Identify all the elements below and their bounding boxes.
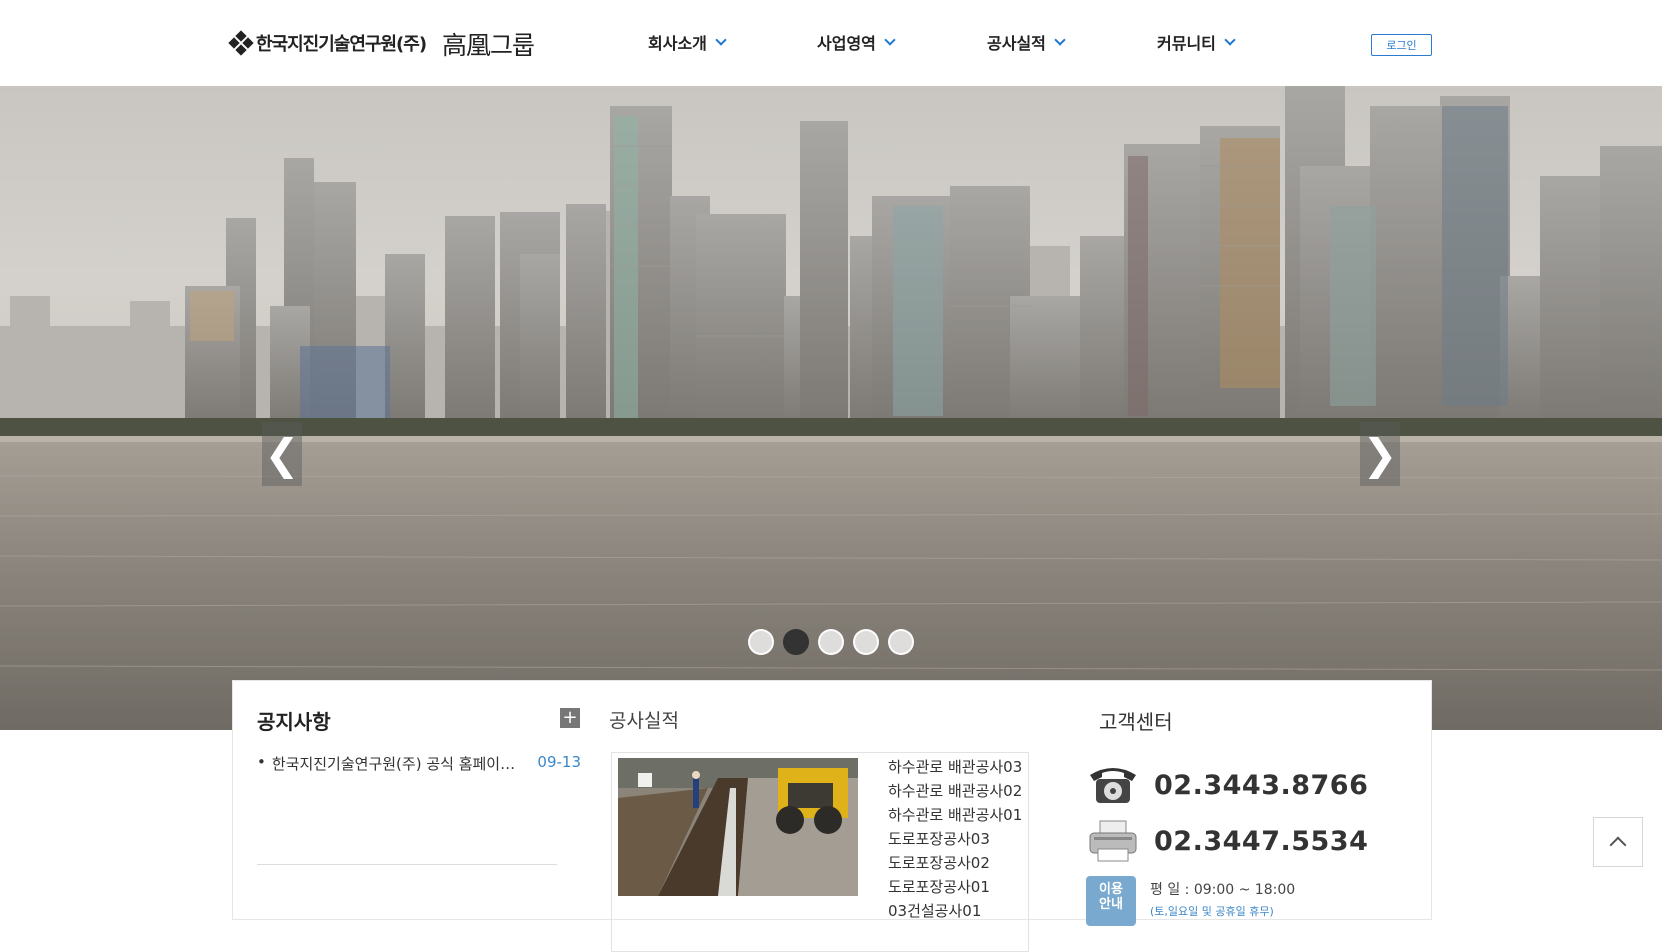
fax-printer-icon [1089, 820, 1137, 862]
slide-dot[interactable] [853, 629, 879, 655]
bullet-icon: • [257, 753, 266, 771]
chevron-down-icon [1224, 33, 1236, 46]
works-list: 하수관로 배관공사03 하수관로 배관공사02 하수관로 배관공사01 도로포장… [888, 755, 1022, 923]
nav-item-label: 사업영역 [817, 34, 876, 53]
customer-center-title: 고객센터 [1099, 710, 1173, 734]
list-item[interactable]: 도로포장공사03 [888, 827, 1022, 851]
list-item[interactable]: 하수관로 배관공사03 [888, 755, 1022, 779]
nav-item-label: 커뮤니티 [1157, 34, 1216, 53]
nav-item-label: 공사실적 [987, 34, 1046, 53]
list-item[interactable]: 도로포장공사02 [888, 851, 1022, 875]
chevron-down-icon [1054, 33, 1066, 46]
hero-slider: ❮ ❯ [0, 86, 1662, 730]
chevron-up-icon [1609, 836, 1627, 854]
site-logo[interactable]: 한국지진기술연구원(주) [228, 30, 427, 56]
works-box: 하수관로 배관공사03 하수관로 배관공사02 하수관로 배관공사01 도로포장… [611, 752, 1029, 952]
list-item[interactable]: 하수관로 배관공사02 [888, 779, 1022, 803]
nav-item-company[interactable]: 회사소개 [648, 30, 727, 54]
diamond-logo-icon [228, 30, 254, 56]
telephone-icon [1090, 768, 1136, 803]
works-title: 공사실적 [609, 710, 679, 732]
content-panel: 공지사항 + • 한국지진기술연구원(주) 공식 홈페이지 오픈 09-13 공… [232, 680, 1432, 952]
divider [257, 864, 557, 865]
notice-title: 공지사항 [257, 710, 331, 734]
chevron-down-icon [715, 33, 727, 46]
login-button[interactable]: 로그인 [1371, 34, 1432, 56]
hours-text: 평 일 : 09:00 ~ 18:00 [1150, 882, 1296, 898]
logo-text: 한국지진기술연구원(주) [256, 34, 427, 55]
notice-more-button[interactable]: + [560, 708, 580, 728]
notice-item[interactable]: • 한국지진기술연구원(주) 공식 홈페이지 오픈 09-13 [257, 753, 581, 774]
fax-number: 02.3447.5534 [1154, 825, 1369, 857]
slide-next-button[interactable]: ❯ [1360, 422, 1400, 486]
list-item[interactable]: 03건설공사01 [888, 899, 1022, 923]
construction-photo[interactable] [618, 758, 858, 896]
phone-number: 02.3443.8766 [1154, 769, 1369, 801]
site-header: 한국지진기술연구원(주) 高凰그룹 회사소개 사업영역 공사실적 커뮤니티 로그… [0, 0, 1662, 86]
plus-icon: + [562, 707, 578, 728]
group-logo[interactable]: 高凰그룹 [442, 26, 535, 62]
list-item[interactable]: 하수관로 배관공사01 [888, 803, 1022, 827]
scroll-top-button[interactable] [1593, 817, 1643, 867]
phone-row: 02.3443.8766 [1086, 763, 1368, 807]
nav-item-works[interactable]: 공사실적 [987, 30, 1066, 54]
chevron-down-icon [884, 33, 896, 46]
chevron-left-icon: ❮ [264, 429, 300, 479]
hours-block: 평 일 : 09:00 ~ 18:00 (토,일요일 및 공휴일 휴무) [1150, 879, 1295, 926]
nav-item-business[interactable]: 사업영역 [817, 30, 896, 54]
slide-dot[interactable] [888, 629, 914, 655]
notice-item-date: 09-13 [537, 753, 581, 771]
business-hours: 이용 안내 평 일 : 09:00 ~ 18:00 (토,일요일 및 공휴일 휴… [1086, 876, 1295, 926]
nav-item-community[interactable]: 커뮤니티 [1157, 30, 1236, 54]
slide-pagination [748, 629, 914, 655]
fax-row: 02.3447.5534 [1086, 819, 1368, 863]
slide-dot[interactable] [818, 629, 844, 655]
slide-prev-button[interactable]: ❮ [262, 422, 302, 486]
slide-dot[interactable] [748, 629, 774, 655]
notice-item-title: 한국지진기술연구원(주) 공식 홈페이지 오픈 [271, 755, 522, 773]
nav-item-label: 회사소개 [648, 34, 707, 53]
hours-note: (토,일요일 및 공휴일 휴무) [1150, 905, 1274, 918]
slide-dot-active[interactable] [783, 629, 809, 655]
info-badge: 이용 안내 [1086, 876, 1136, 926]
chevron-right-icon: ❯ [1362, 429, 1398, 479]
list-item[interactable]: 도로포장공사01 [888, 875, 1022, 899]
